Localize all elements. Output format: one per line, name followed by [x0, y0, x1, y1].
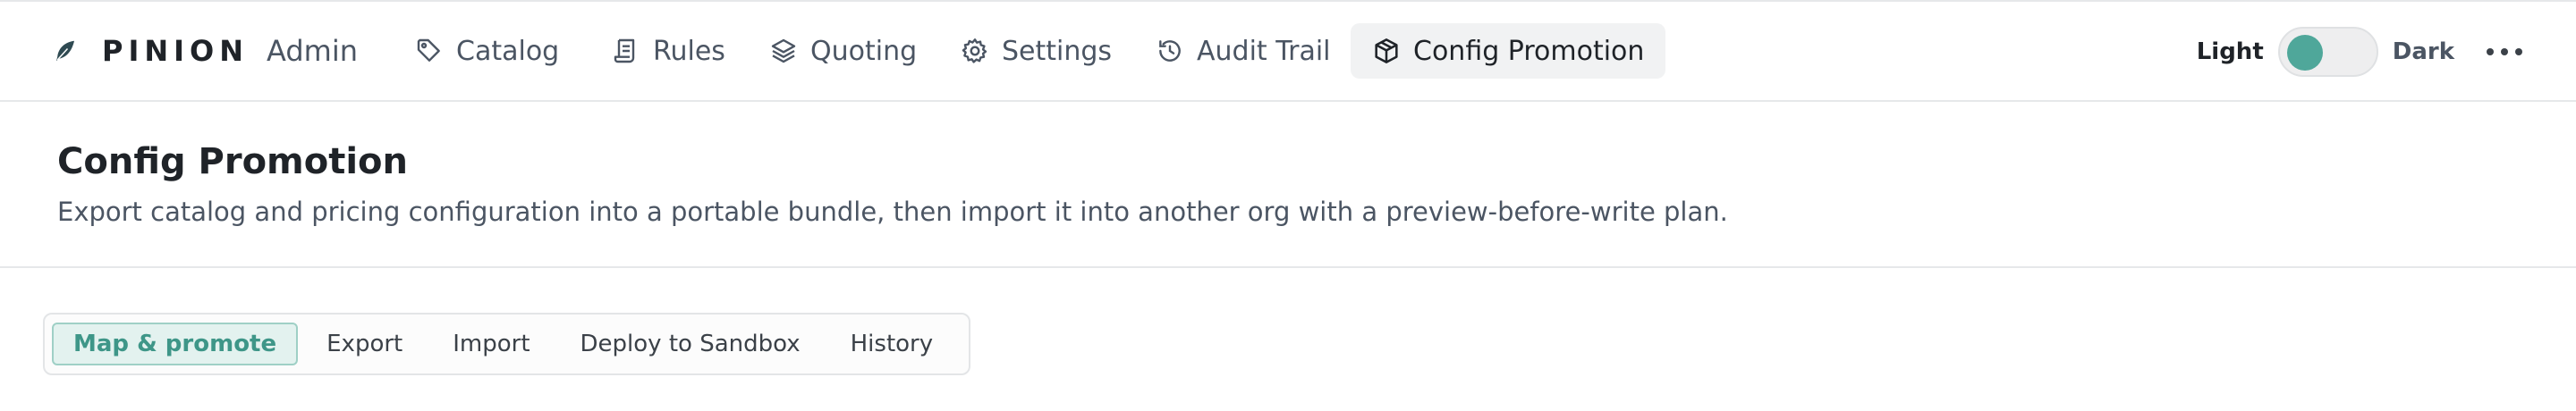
nav-item-label: Audit Trail — [1197, 35, 1331, 67]
history-icon — [1159, 40, 1181, 62]
top-navigation-bar: PINION Admin Catalog Rules Quoting Setti… — [0, 0, 2576, 102]
brand[interactable]: PINION Admin — [52, 25, 358, 77]
dot — [2515, 48, 2522, 55]
page-description: Export catalog and pricing configuration… — [57, 197, 1728, 227]
tab-history[interactable]: History — [829, 323, 955, 365]
nav-item-label: Settings — [1002, 35, 1113, 67]
theme-light-label: Light — [2196, 38, 2264, 65]
tab-deploy-to-sandbox[interactable]: Deploy to Sandbox — [559, 323, 822, 365]
scroll-icon — [614, 38, 635, 63]
page-title: Config Promotion — [57, 141, 408, 182]
nav-item-settings[interactable]: Settings — [939, 23, 1133, 79]
nav-item-rules[interactable]: Rules — [590, 23, 747, 79]
package-icon — [1375, 38, 1398, 63]
toggle-knob — [2286, 35, 2323, 71]
nav-item-label: Catalog — [456, 35, 560, 67]
theme-dark-label: Dark — [2392, 38, 2454, 65]
page-header: Config Promotion Export catalog and pric… — [0, 102, 2576, 268]
feather-icon — [52, 37, 80, 65]
tab-map-and-promote[interactable]: Map & promote — [52, 323, 299, 365]
theme-toggle[interactable] — [2277, 27, 2378, 77]
nav-item-label: Quoting — [810, 35, 918, 67]
nav-item-label: Rules — [653, 35, 725, 67]
tab-export[interactable]: Export — [305, 323, 424, 365]
top-divider — [0, 0, 2576, 2]
nav-item-quoting[interactable]: Quoting — [748, 23, 938, 79]
nav-item-audit-trail[interactable]: Audit Trail — [1134, 23, 1352, 79]
theme-switcher: Light Dark — [2197, 27, 2454, 77]
brand-name: PINION — [102, 34, 250, 68]
nav-item-catalog[interactable]: Catalog — [394, 23, 580, 79]
nav-item-config-promotion[interactable]: Config Promotion — [1351, 23, 1666, 79]
tab-bar: Map & promote Export Import Deploy to Sa… — [43, 313, 971, 375]
more-options-icon[interactable] — [2487, 38, 2522, 66]
tag-icon — [417, 38, 440, 62]
dot — [2487, 48, 2494, 55]
layers-icon — [771, 38, 796, 63]
tab-import[interactable]: Import — [431, 323, 551, 365]
brand-subtitle: Admin — [267, 34, 359, 68]
nav-item-label: Config Promotion — [1413, 35, 1645, 67]
gear-icon — [962, 38, 987, 63]
dot — [2501, 48, 2508, 55]
